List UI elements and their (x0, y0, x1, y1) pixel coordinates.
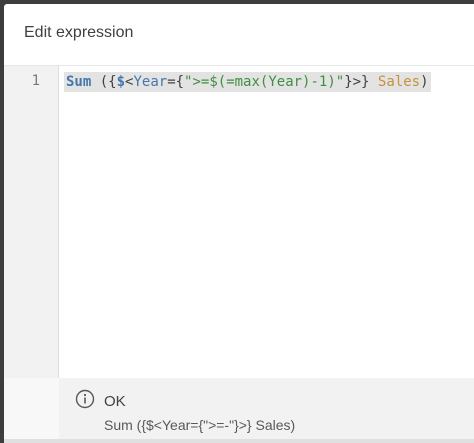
token-field-year: Year (133, 74, 168, 90)
line-number: 1 (31, 73, 40, 89)
code-line[interactable]: Sum ({$<Year={">=$(=max(Year)-1)"}>} Sal… (64, 72, 431, 92)
token-open: ({ (91, 74, 117, 90)
dialog-header: Edit expression (4, 4, 474, 66)
expression-editor[interactable]: 1 Sum ({$<Year={">=$(=max(Year)-1)"}>} S… (4, 66, 474, 378)
token-field-sales: Sales (377, 74, 421, 90)
token-eq-brace: ={ (167, 74, 185, 90)
footer-gutter (4, 378, 59, 443)
line-gutter: 1 (4, 66, 59, 378)
footer-bottom-border (4, 439, 474, 443)
dialog-title: Edit expression (24, 24, 134, 41)
expression-status-footer: OK Sum ({$<Year={">=-"}>} Sales) (4, 378, 474, 443)
expression-preview: Sum ({$<Year={">=-"}>} Sales) (104, 417, 296, 433)
token-close: }>} (344, 74, 378, 90)
token-paren: ) (420, 74, 429, 90)
token-function: Sum (66, 74, 92, 90)
edit-expression-dialog: Edit expression 1 Sum ({$<Year={">=$(=ma… (4, 4, 474, 443)
status-text: OK (104, 393, 126, 410)
token-dollar: $ (116, 74, 126, 90)
info-icon (75, 389, 95, 409)
token-string: ">=$(=max(Year)-1)" (184, 74, 345, 90)
